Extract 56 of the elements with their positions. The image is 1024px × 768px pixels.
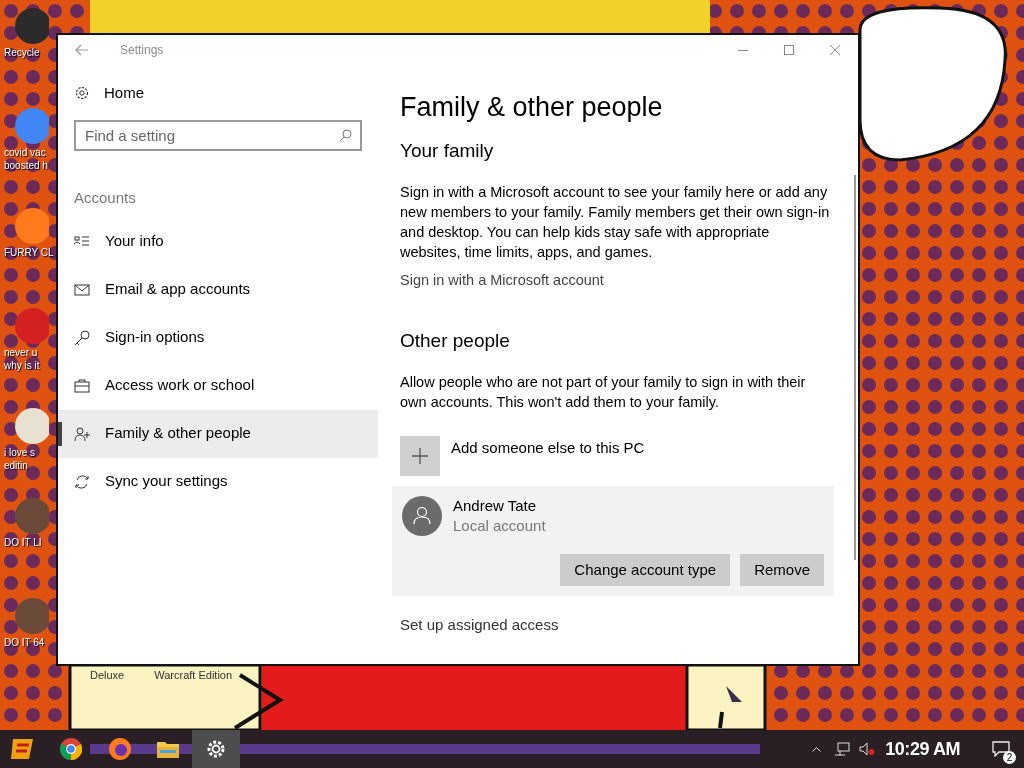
nav-item[interactable]: Sync your settings	[58, 457, 378, 506]
assigned-access-link[interactable]: Set up assigned access	[400, 613, 834, 637]
desktop-icon-label[interactable]: FURRY CL	[0, 246, 54, 259]
page-title: Family & other people	[400, 91, 664, 124]
notification-button[interactable]: 2	[986, 730, 1016, 768]
desktop-icon-label[interactable]: i love s editin	[0, 446, 36, 472]
desktop-icon-label[interactable]: DO IT LI	[0, 536, 42, 549]
section-heading: Other people	[400, 329, 511, 354]
maximize-icon	[784, 45, 794, 55]
search-icon	[339, 129, 352, 142]
plus-icon	[400, 435, 440, 476]
account-action-button[interactable]: Change account type	[560, 553, 731, 586]
person-add-icon	[74, 425, 90, 442]
sync-icon	[74, 473, 90, 490]
section-description: Sign in with a Microsoft account to see your family here or add any new members to your family. Family members get their own sign-in and desktop. You can help kids stay safe with appropriate websites, time limits, apps, and games.	[400, 182, 831, 262]
search-field[interactable]: Find a setting	[74, 120, 362, 151]
section-heading: Your family	[400, 139, 495, 163]
folder-icon	[157, 740, 179, 758]
firefox-icon	[109, 738, 131, 760]
briefcase-icon	[74, 377, 90, 394]
clock-time[interactable]: 10:29 AM	[885, 735, 960, 763]
desktop-icon-label[interactable]: DO IT 64	[0, 636, 45, 649]
network-icon[interactable]	[835, 742, 852, 756]
desktop-icon-label[interactable]: covid vac boosted h	[0, 146, 48, 172]
add-person-button[interactable]: Add someone else to this PC	[400, 435, 645, 476]
gear-icon	[74, 85, 90, 101]
section-label: Accounts	[74, 188, 137, 208]
user-avatar-icon	[402, 495, 442, 536]
tray-caret-icon[interactable]	[812, 746, 822, 752]
minimize-icon	[738, 49, 748, 51]
muted-speaker-icon[interactable]	[859, 742, 876, 756]
desktop-icon-label[interactable]: Deluxe	[90, 667, 125, 684]
taskbar-app-button[interactable]	[192, 730, 240, 768]
nav-item[interactable]: Your info	[58, 217, 378, 266]
notification-count: 2	[1003, 751, 1016, 764]
sign-in-link[interactable]: Sign in with a Microsoft account	[400, 269, 834, 292]
gear-icon	[206, 739, 226, 759]
chrome-icon	[60, 738, 82, 760]
account-action-button[interactable]: Remove	[740, 553, 824, 586]
home-nav-item[interactable]: Home	[58, 73, 378, 113]
desktop-icon-label[interactable]: Recycle	[0, 46, 40, 59]
nav-item[interactable]: Access work or school	[58, 361, 378, 410]
window-title: Settings	[120, 42, 164, 59]
nav-item[interactable]: Sign-in options	[58, 313, 378, 362]
envelope-icon	[74, 281, 90, 298]
close-icon	[830, 45, 840, 55]
account-name: Andrew Tate	[453, 495, 538, 516]
section-description: Allow people who are not part of your family to sign in with their own accounts. This won't add them to your family.	[400, 372, 807, 412]
account-type: Local account	[453, 515, 546, 536]
nav-item[interactable]: Email & app accounts	[58, 265, 378, 314]
nav-item[interactable]: Family & other people	[58, 409, 378, 458]
desktop-icon-label[interactable]: never u why is it	[0, 346, 40, 372]
mouse-cursor-icon	[725, 685, 743, 703]
key-icon	[74, 329, 90, 346]
desktop-icon-label[interactable]: Warcraft Edition	[154, 667, 233, 684]
back-arrow-icon	[75, 44, 89, 56]
